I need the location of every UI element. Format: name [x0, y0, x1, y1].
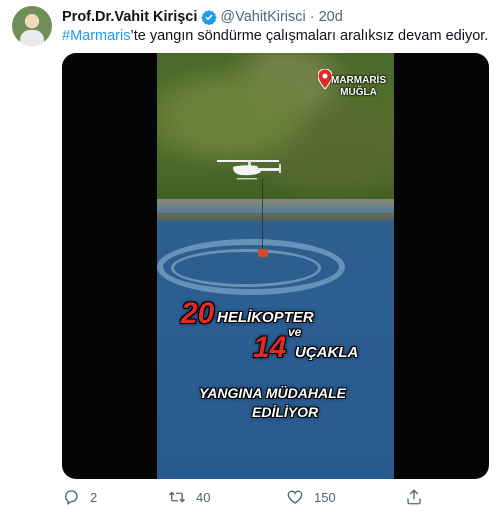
overlay-line-ongoing: EDİLİYOR — [252, 404, 319, 420]
map-pin-icon — [318, 69, 332, 89]
reply-count: 2 — [90, 489, 98, 505]
timestamp[interactable]: 20d — [319, 9, 343, 25]
overlay-word-planes: UÇAKLA — [295, 344, 359, 361]
location-label: MARMARİS MUĞLA — [331, 75, 386, 99]
reply-icon — [65, 490, 78, 506]
tweet-text-body: ’te yangın söndürme çalışmaları aralıksı… — [130, 28, 489, 44]
overlay-word-and: ve — [288, 325, 302, 339]
retweet-icon — [169, 491, 185, 503]
share-button[interactable] — [405, 487, 423, 507]
hashtag-link[interactable]: #Marmaris — [62, 28, 130, 44]
overlay-number-helicopters: 20 — [181, 297, 215, 330]
like-button[interactable]: 150 — [286, 487, 336, 507]
author-name[interactable]: Prof.Dr.Vahit Kirişci — [62, 9, 197, 25]
verified-badge-icon — [201, 10, 218, 25]
water-bucket — [258, 249, 268, 257]
location-city: MARMARİS — [331, 75, 386, 86]
helicopter-icon — [217, 160, 281, 180]
separator-dot: · — [309, 9, 315, 25]
tweet-header: Prof.Dr.Vahit Kirişci @VahitKirisci · 20… — [62, 8, 343, 26]
like-count: 150 — [314, 489, 336, 505]
share-icon — [407, 489, 421, 505]
bucket-line — [262, 179, 263, 249]
shoreline — [157, 199, 394, 213]
overlay-word-helicopter: HELİKOPTER — [217, 309, 314, 326]
video-player[interactable]: MARMARİS MUĞLA 20 HELİKOPTER ve 14 UÇAKL… — [62, 53, 489, 479]
retweet-button[interactable]: 40 — [168, 487, 210, 507]
tweet[interactable]: Prof.Dr.Vahit Kirişci @VahitKirisci · 20… — [0, 0, 500, 515]
video-frame: MARMARİS MUĞLA 20 HELİKOPTER ve 14 UÇAKL… — [157, 53, 394, 479]
retweet-count: 40 — [196, 489, 211, 505]
location-province: MUĞLA — [340, 87, 377, 98]
avatar[interactable] — [12, 6, 52, 46]
tweet-actions: 2 40 150 — [62, 487, 492, 507]
author-handle[interactable]: @VahitKirisci — [220, 9, 305, 25]
tweet-text: #Marmaris’te yangın söndürme çalışmaları… — [62, 27, 488, 45]
overlay-number-planes: 14 — [253, 331, 287, 364]
overlay-line-intervention: YANGINA MÜDAHALE — [199, 385, 346, 401]
reply-button[interactable]: 2 — [62, 487, 97, 507]
water-ring-inner — [171, 249, 321, 287]
heart-icon — [287, 490, 303, 504]
